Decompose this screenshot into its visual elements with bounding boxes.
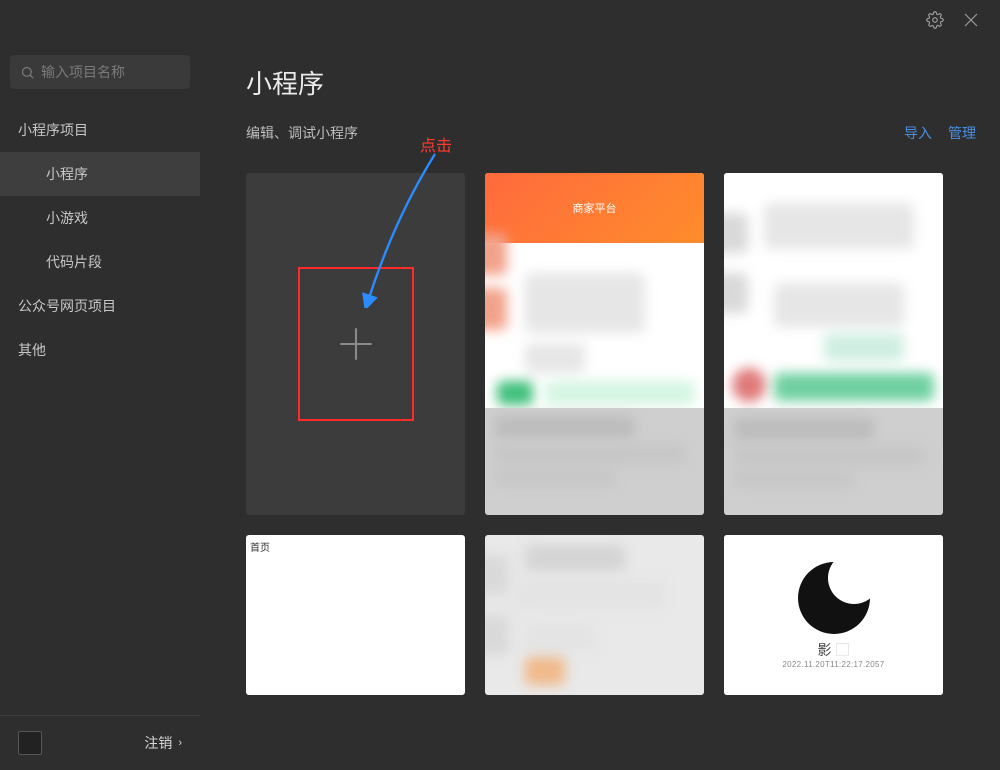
project-preview: 商家平台	[485, 173, 704, 408]
sidebar-group-miniprogram[interactable]: 小程序项目	[0, 108, 200, 152]
title-bar	[0, 0, 1000, 40]
sidebar-item-miniprogram[interactable]: 小程序	[0, 152, 200, 196]
new-project-card[interactable]	[246, 173, 465, 515]
sidebar-item-minigame[interactable]: 小游戏	[0, 196, 200, 240]
project-card[interactable]: 首页	[246, 535, 465, 695]
plus-icon	[335, 323, 377, 365]
search-placeholder: 输入项目名称	[41, 62, 125, 82]
main-panel: 小程序 编辑、调试小程序 导入 管理 商家平台	[200, 40, 1000, 770]
new-project-highlight	[298, 267, 414, 421]
sidebar: 输入项目名称 小程序项目 小程序 小游戏 代码片段 公众号网页项目 其他 注销 …	[0, 40, 200, 770]
project-meta	[485, 408, 704, 515]
project-card[interactable]	[724, 173, 943, 515]
avatar[interactable]	[18, 731, 42, 755]
search-input[interactable]: 输入项目名称	[10, 55, 190, 89]
project-card[interactable]: 影 ▢ 2022.11.20T11:22:17.2057	[724, 535, 943, 695]
import-link[interactable]: 导入	[904, 123, 932, 143]
chevron-right-icon: ›	[178, 737, 182, 749]
sidebar-item-snippet[interactable]: 代码片段	[0, 240, 200, 284]
logout-label: 注销	[144, 733, 172, 753]
page-title: 小程序	[246, 64, 976, 101]
search-icon	[20, 65, 35, 80]
project-date: 2022.11.20T11:22:17.2057	[782, 660, 884, 669]
merchant-banner: 商家平台	[485, 173, 704, 243]
settings-icon[interactable]	[926, 11, 944, 29]
sidebar-nav: 小程序项目 小程序 小游戏 代码片段 公众号网页项目 其他	[0, 104, 200, 715]
project-grid: 商家平台	[246, 173, 976, 695]
sidebar-group-other[interactable]: 其他	[0, 328, 200, 372]
logout-button[interactable]: 注销 ›	[144, 733, 182, 753]
project-card[interactable]	[485, 535, 704, 695]
project-meta	[724, 408, 943, 515]
project-preview	[724, 173, 943, 408]
sidebar-group-official-account[interactable]: 公众号网页项目	[0, 284, 200, 328]
project-name: 影 ▢	[818, 640, 850, 660]
close-icon[interactable]	[962, 11, 980, 29]
home-tag: 首页	[250, 539, 270, 554]
moon-icon	[798, 562, 870, 634]
page-subtitle: 编辑、调试小程序	[246, 123, 358, 143]
manage-link[interactable]: 管理	[948, 123, 976, 143]
project-card[interactable]: 商家平台	[485, 173, 704, 515]
sidebar-footer: 注销 ›	[0, 715, 200, 770]
